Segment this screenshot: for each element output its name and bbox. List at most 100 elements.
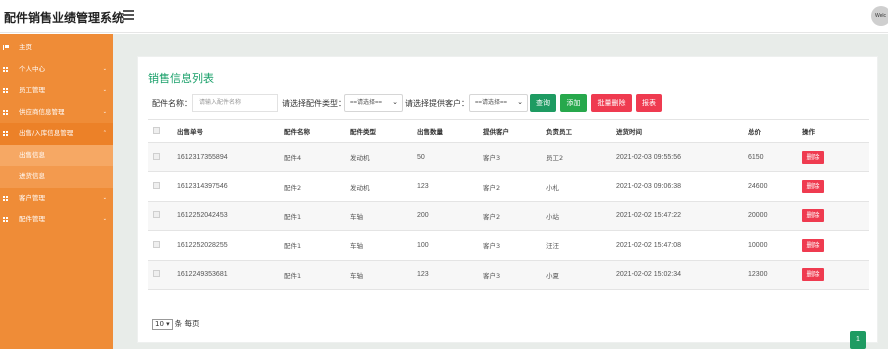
order-id-cell: 1612252042453 [172,201,279,232]
sidebar-item-parts[interactable]: 配件管理 ⌄ [0,209,113,231]
total-cell: 6150 [743,142,797,173]
flag-icon [3,45,9,50]
part-type-label: 请选择配件类型： [282,99,346,108]
sidebar-subitem-purchases[interactable]: 进货信息 [0,166,113,188]
customer-cell: 客户3 [478,142,541,173]
page-size-value: 10 [155,320,164,328]
app-title: 配件销售业绩管理系统 [4,11,125,25]
total-cell: 10000 [743,230,797,261]
chevron-down-icon: ⌄ [102,87,107,93]
row-checkbox[interactable] [153,152,160,160]
part-name-cell: 配件2 [279,171,345,202]
chevron-down-icon: ⌄ [102,194,107,201]
part-name-input[interactable]: 请输入配件名称 [192,94,278,112]
action-cell: 删除 [797,201,869,232]
column-header: 出售数量 [412,119,478,143]
table-row: 1612252028255 配件1 车轴 100 客户3 汪汪 2021-02-… [148,230,869,261]
sidebar-subitem-sales[interactable]: 出售信息 [0,144,113,166]
time-cell: 2021-02-02 15:02:34 [611,260,743,290]
filter-toolbar: 配件名称： 请输入配件名称 请选择配件类型： ==请选择== ⌄ 请选择提供客户… [152,94,872,112]
column-header: 总价 [743,119,797,143]
staff-cell: 小站 [541,201,611,232]
action-cell: 删除 [797,260,869,290]
order-id-cell: 1612252028255 [172,230,279,261]
quantity-cell: 200 [412,201,478,232]
table-row: 1612252042453 配件1 车轴 200 客户2 小站 2021-02-… [148,201,869,232]
sidebar-item-staff[interactable]: 员工管理 ⌄ [0,80,113,102]
delete-button[interactable]: 删除 [802,180,824,194]
part-name-cell: 配件4 [279,142,345,173]
order-id-cell: 1612314397546 [172,171,279,202]
quantity-cell: 50 [412,142,478,173]
part-name-cell: 配件1 [279,201,345,232]
sidebar-item-label: 出售信息 [19,150,45,159]
column-header: 负责员工 [541,119,611,143]
sidebar-item-label: 主页 [19,43,32,51]
customer-cell: 客户2 [478,201,541,232]
part-type-cell: 车轴 [345,201,412,232]
page-size-control: 10 ▾ 条 每页 [152,318,200,330]
sidebar-item-label: 出售/入库信息管理 [19,129,74,137]
delete-button[interactable]: 删除 [802,209,824,223]
row-checkbox[interactable] [153,182,160,190]
column-header: 操作 [797,119,869,143]
select-all-checkbox[interactable] [153,126,160,134]
per-page-label: 条 每页 [174,319,200,328]
sales-list-card: 销售信息列表 配件名称： 请输入配件名称 请选择配件类型： ==请选择== ⌄ … [137,56,878,349]
staff-cell: 员工2 [541,142,611,173]
delete-button[interactable]: 删除 [802,268,824,282]
add-button[interactable]: 添加 [560,94,587,112]
part-type-cell: 发动机 [345,171,412,202]
menu-toggle-icon[interactable] [123,10,134,20]
sidebar-item-label: 进货信息 [19,172,45,180]
row-checkbox[interactable] [153,211,160,219]
order-id-cell: 1612317355894 [172,142,279,173]
customer-select[interactable]: ==请选择== ⌄ [469,94,528,112]
grid-icon [3,195,9,201]
grid-icon [3,88,9,93]
delete-button[interactable]: 删除 [802,238,824,252]
query-button[interactable]: 查询 [530,94,556,112]
delete-button[interactable]: 删除 [802,150,824,164]
part-type-cell: 发动机 [345,142,412,173]
row-checkbox[interactable] [153,240,160,248]
grid-icon [3,109,9,115]
staff-cell: 小札 [541,171,611,202]
sidebar: 主页 个人中心 ⌄ 员工管理 ⌄ 供应商信息管理 ⌄ 出售/入库信息管理 ⌃ 出… [0,34,113,349]
total-cell: 20000 [743,201,797,232]
chevron-down-icon: ⌄ [102,216,107,222]
quantity-cell: 123 [412,171,478,202]
customer-select-value: ==请选择== [475,100,508,106]
sidebar-item-label: 配件管理 [19,215,45,223]
time-cell: 2021-02-03 09:55:56 [611,142,743,173]
sidebar-item-profile[interactable]: 个人中心 ⌄ [0,59,113,81]
grid-icon [3,66,9,72]
avatar[interactable]: Welc [871,6,888,26]
sidebar-item-home[interactable]: 主页 [0,37,113,59]
sidebar-item-label: 供应商信息管理 [19,107,65,116]
grid-icon [3,217,9,222]
total-cell: 12300 [743,260,797,290]
action-cell: 删除 [797,171,869,202]
sidebar-item-suppliers[interactable]: 供应商信息管理 ⌄ [0,102,113,124]
sidebar-item-sales-stock[interactable]: 出售/入库信息管理 ⌃ [0,123,113,145]
table-row: 1612314397546 配件2 发动机 123 客户2 小札 2021-02… [148,171,869,202]
chevron-down-icon: ⌄ [102,108,107,115]
sales-table: 出售单号 配件名称 配件类型 出售数量 提供客户 负责员工 进货时间 总价 操作… [148,119,869,290]
pagination-page-1[interactable]: 1 [850,331,866,349]
time-cell: 2021-02-02 15:47:22 [611,201,743,232]
table-row: 1612249353681 配件1 车轴 123 客户3 小夏 2021-02-… [148,260,869,290]
order-id-cell: 1612249353681 [172,260,279,290]
sidebar-item-customers[interactable]: 客户管理 ⌄ [0,188,113,210]
table-header-row: 出售单号 配件名称 配件类型 出售数量 提供客户 负责员工 进货时间 总价 操作 [148,119,869,143]
part-name-cell: 配件1 [279,230,345,261]
quantity-cell: 123 [412,260,478,290]
main-area: 销售信息列表 配件名称： 请输入配件名称 请选择配件类型： ==请选择== ⌄ … [113,34,888,349]
row-checkbox[interactable] [153,270,160,278]
chevron-up-icon: ⌃ [102,130,107,136]
part-type-select[interactable]: ==请选择== ⌄ [344,94,403,112]
row-select-cell [148,260,172,290]
page-size-select[interactable]: 10 ▾ [152,319,173,330]
report-button[interactable]: 报表 [636,94,662,112]
batch-delete-button[interactable]: 批量删除 [591,94,632,112]
